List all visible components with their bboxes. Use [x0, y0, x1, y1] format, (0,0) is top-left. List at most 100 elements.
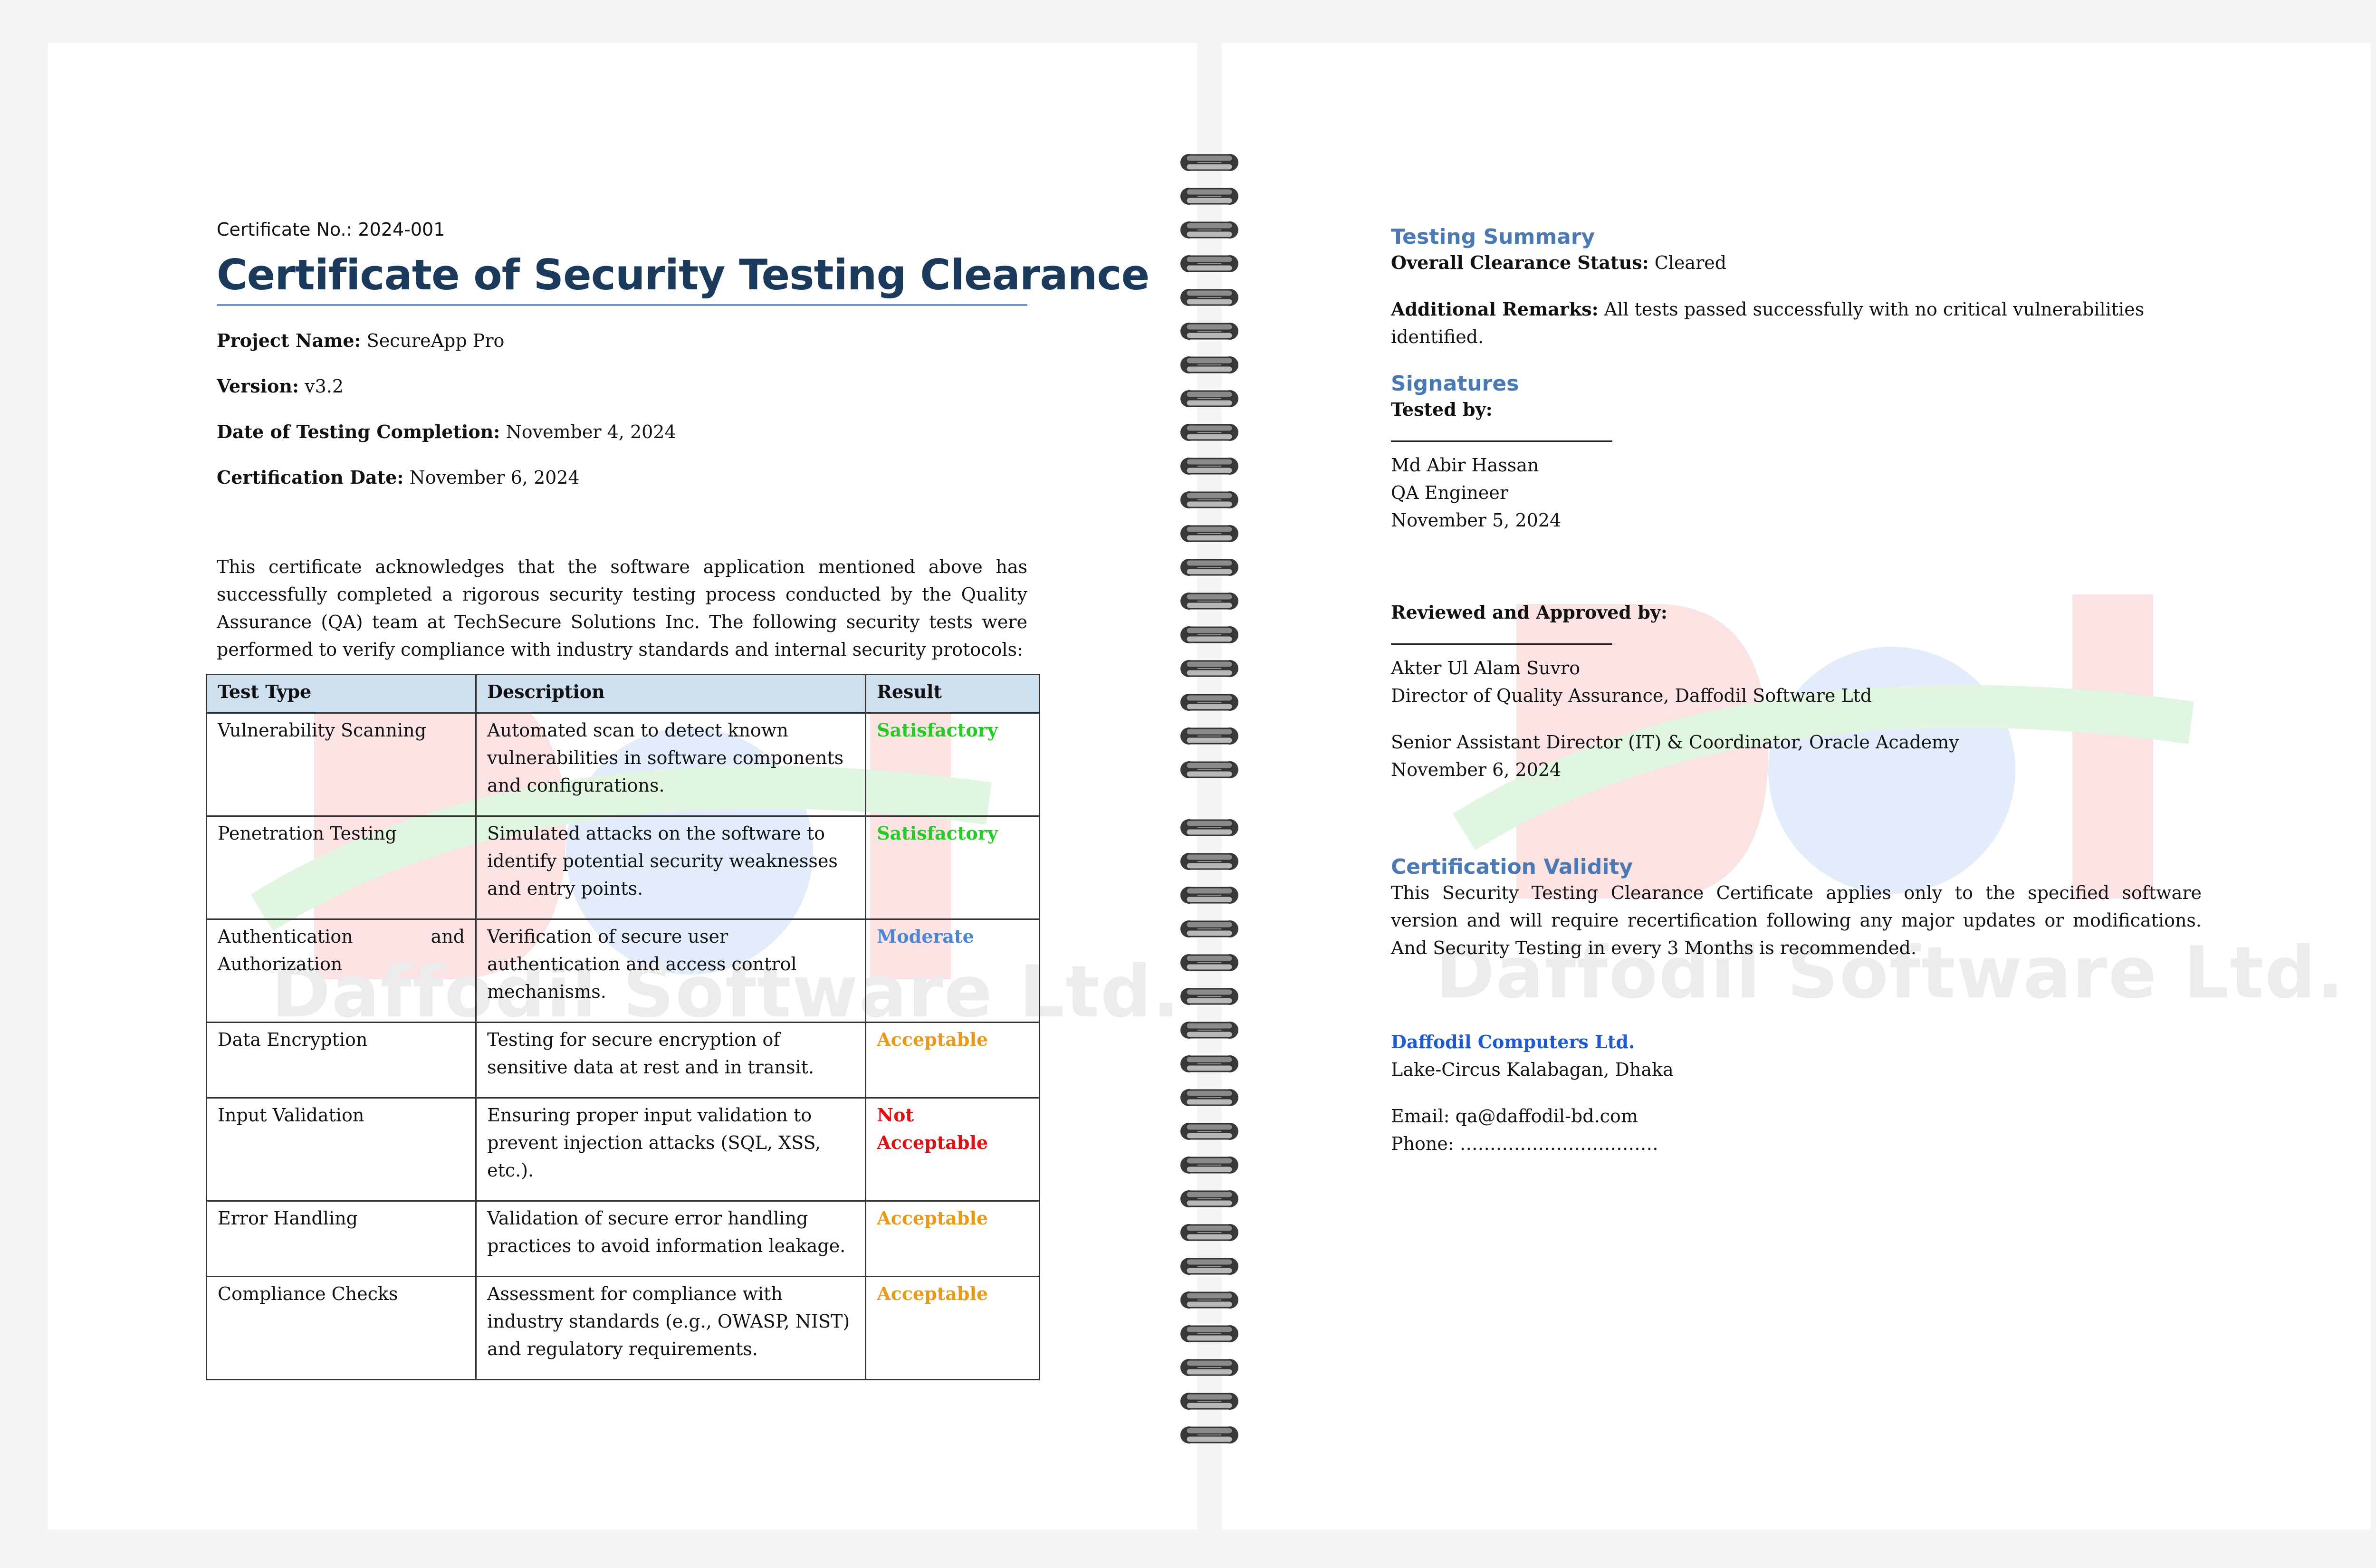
- binding-coil: [1180, 1055, 1238, 1072]
- field-label: Version:: [217, 375, 299, 397]
- description-cell: Assessment for compliance with industry …: [475, 1276, 867, 1380]
- binding-coil: [1180, 1224, 1238, 1241]
- tester-role: QA Engineer: [1391, 482, 1508, 503]
- table-row: Error Handling Validation of secure erro…: [205, 1200, 1040, 1277]
- description-cell: Simulated attacks on the software to ide…: [475, 815, 867, 920]
- binding-coil: [1180, 694, 1238, 711]
- project-name-field: Project Name: SecureApp Pro: [217, 330, 1027, 352]
- test-type-cell: Input Validation: [205, 1097, 477, 1202]
- result-cell: Acceptable: [865, 1022, 1040, 1099]
- test-type-cell: Data Encryption: [205, 1022, 477, 1099]
- binding-coil: [1180, 1089, 1238, 1106]
- reviewer-role: Director of Quality Assurance, Daffodil …: [1391, 685, 1872, 706]
- field-label: Date of Testing Completion:: [217, 421, 500, 442]
- test-type-cell: Penetration Testing: [205, 815, 477, 920]
- binding-coil: [1180, 819, 1238, 836]
- binding-coil: [1180, 887, 1238, 904]
- binding-coil: [1180, 593, 1238, 610]
- binding-coil: [1180, 1190, 1238, 1207]
- testing-summary-heading: Testing Summary: [1391, 225, 1595, 249]
- binding-coil: [1180, 559, 1238, 576]
- reviewer-secondary-role: Senior Assistant Director (IT) & Coordin…: [1391, 732, 1959, 753]
- binding-coil: [1180, 988, 1238, 1005]
- column-header: Description: [475, 674, 867, 714]
- binding-coil: [1180, 255, 1238, 272]
- tester-name: Md Abir Hassan: [1391, 455, 1539, 476]
- binding-coil: [1180, 1393, 1238, 1410]
- description-cell: Ensuring proper input validation to prev…: [475, 1097, 867, 1202]
- result-cell: Moderate: [865, 918, 1040, 1023]
- binding-coil: [1180, 1325, 1238, 1342]
- binding-coil: [1180, 1291, 1238, 1309]
- result-cell: Acceptable: [865, 1276, 1040, 1380]
- table-header-row: Test Type Description Result: [205, 674, 1040, 714]
- company-address: Lake-Circus Kalabagan, Dhaka: [1391, 1059, 1674, 1080]
- page-title: Certificate of Security Testing Clearanc…: [217, 250, 1150, 306]
- binding-coil: [1180, 1157, 1238, 1174]
- binding-coil: [1180, 853, 1238, 870]
- column-header: Test Type: [205, 674, 477, 714]
- binding-coil: [1180, 289, 1238, 306]
- binding-coil: [1180, 491, 1238, 508]
- result-cell: Satisfactory: [865, 712, 1040, 817]
- description-cell: Testing for secure encryption of sensiti…: [475, 1022, 867, 1099]
- field-value: November 4, 2024: [506, 421, 676, 442]
- table-row: Authentication and Authorization Verific…: [205, 918, 1040, 1023]
- test-type-cell: Vulnerability Scanning: [205, 712, 477, 817]
- validity-text: This Security Testing Clearance Certific…: [1391, 882, 2202, 958]
- company-name: Daffodil Computers Ltd.: [1391, 1031, 1635, 1052]
- version-field: Version: v3.2: [217, 375, 1027, 397]
- field-value: November 6, 2024: [409, 467, 580, 488]
- binding-coil: [1180, 1022, 1238, 1039]
- test-type-cell: Compliance Checks: [205, 1276, 477, 1380]
- binding-coil: [1180, 1123, 1238, 1140]
- reviewer-name: Akter Ul Alam Suvro: [1391, 658, 1581, 679]
- binding-coil: [1180, 1359, 1238, 1376]
- result-cell: Not Acceptable: [865, 1097, 1040, 1202]
- binding-coil: [1180, 626, 1238, 643]
- signature-line: [1391, 643, 1612, 645]
- field-label: Overall Clearance Status:: [1391, 252, 1649, 273]
- binding-coil: [1180, 458, 1238, 475]
- table-row: Vulnerability Scanning Automated scan to…: [205, 712, 1040, 817]
- description-cell: Validation of secure error handling prac…: [475, 1200, 867, 1277]
- signature-line: [1391, 440, 1612, 442]
- field-value: Cleared: [1654, 252, 1727, 273]
- binding-coil: [1180, 154, 1238, 171]
- table-row: Data Encryption Testing for secure encry…: [205, 1022, 1040, 1099]
- security-tests-table: Test Type Description Result Vulnerabili…: [205, 674, 1040, 1380]
- binding-coil: [1180, 356, 1238, 373]
- additional-remarks: Additional Remarks: All tests passed suc…: [1391, 296, 2202, 351]
- binding-coil: [1180, 954, 1238, 971]
- test-type-cell: Error Handling: [205, 1200, 477, 1277]
- binding-coil: [1180, 323, 1238, 340]
- description-cell: Automated scan to detect known vulnerabi…: [475, 712, 867, 817]
- right-content: Testing Summary Overall Clearance Status…: [1391, 225, 2202, 1157]
- certificate-header: Certificate No.: 2024-001 Certificate of…: [217, 219, 1150, 663]
- tested-by-label: Tested by:: [1391, 399, 1493, 420]
- right-page: Daffodil Software Ltd. Testing Summary O…: [1222, 43, 2371, 1530]
- result-cell: Acceptable: [865, 1200, 1040, 1277]
- binding-coil: [1180, 761, 1238, 778]
- spiral-binding: [1174, 152, 1250, 1444]
- binding-coil: [1180, 221, 1238, 239]
- field-value: v3.2: [305, 376, 344, 397]
- clearance-status: Overall Clearance Status: Cleared: [1391, 249, 2202, 277]
- result-cell: Satisfactory: [865, 815, 1040, 920]
- test-type-cell: Authentication and Authorization: [205, 918, 477, 1023]
- column-header: Result: [865, 674, 1040, 714]
- signatures-heading: Signatures: [1391, 372, 1519, 396]
- binding-coil: [1180, 1426, 1238, 1444]
- reviewed-by-label: Reviewed and Approved by:: [1391, 602, 1667, 623]
- intro-paragraph: This certificate acknowledges that the s…: [217, 556, 1027, 660]
- company-phone: Phone: ……………………………: [1391, 1133, 1658, 1154]
- binding-coil: [1180, 390, 1238, 407]
- binding-coil: [1180, 188, 1238, 205]
- binding-coil: [1180, 920, 1238, 937]
- company-email: Email: qa@daffodil-bd.com: [1391, 1106, 1638, 1127]
- testing-completion-field: Date of Testing Completion: November 4, …: [217, 421, 1027, 443]
- description-cell: Verification of secure user authenticati…: [475, 918, 867, 1023]
- table-row: Input Validation Ensuring proper input v…: [205, 1097, 1040, 1202]
- binding-coil: [1180, 1258, 1238, 1275]
- certificate-number: Certificate No.: 2024-001: [217, 219, 445, 240]
